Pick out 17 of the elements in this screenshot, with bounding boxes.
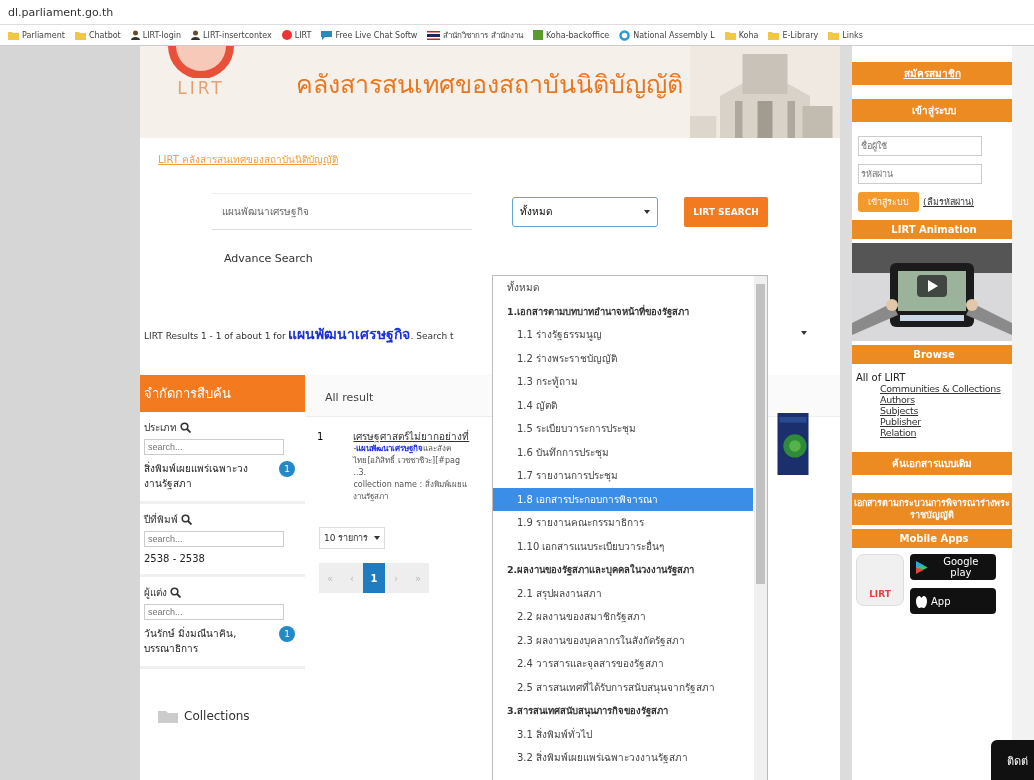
facet-label: ปีที่พิมพ์: [144, 512, 178, 527]
result-snippet: -แผนพัฒนาเศรษฐกิจและสังค: [353, 443, 453, 455]
results-summary: LIRT Results 1 - 1 of about 1 for แผนพัฒนาเศรษฐกิจ. Search t: [143, 325, 455, 345]
facet-label: ประเภท: [144, 421, 177, 435]
count-badge: 1: [279, 626, 295, 642]
facet-label: ผู้แต่ง: [144, 586, 167, 600]
result-text: ..3.: [353, 467, 368, 479]
browse-root: All of LIRT: [856, 372, 907, 383]
result-text: ไทย[อภิสิทธิ์ เวชชาชีวะ][#pag: [353, 455, 462, 467]
result-text: collection name : สิ่งพิมพ์เผยแ: [353, 479, 468, 491]
result-text: งานรัฐสภา: [353, 491, 390, 503]
filter-header: จำกัดการสืบค้น: [140, 375, 305, 412]
result-number: 1: [317, 431, 324, 444]
logo-text: LIRT: [177, 78, 225, 98]
site-title: คลังสารสนเทศของสถาบันนิติบัญญัติ: [296, 69, 683, 101]
collections-heading: Collections: [184, 709, 250, 723]
count-badge: 1: [279, 461, 295, 477]
